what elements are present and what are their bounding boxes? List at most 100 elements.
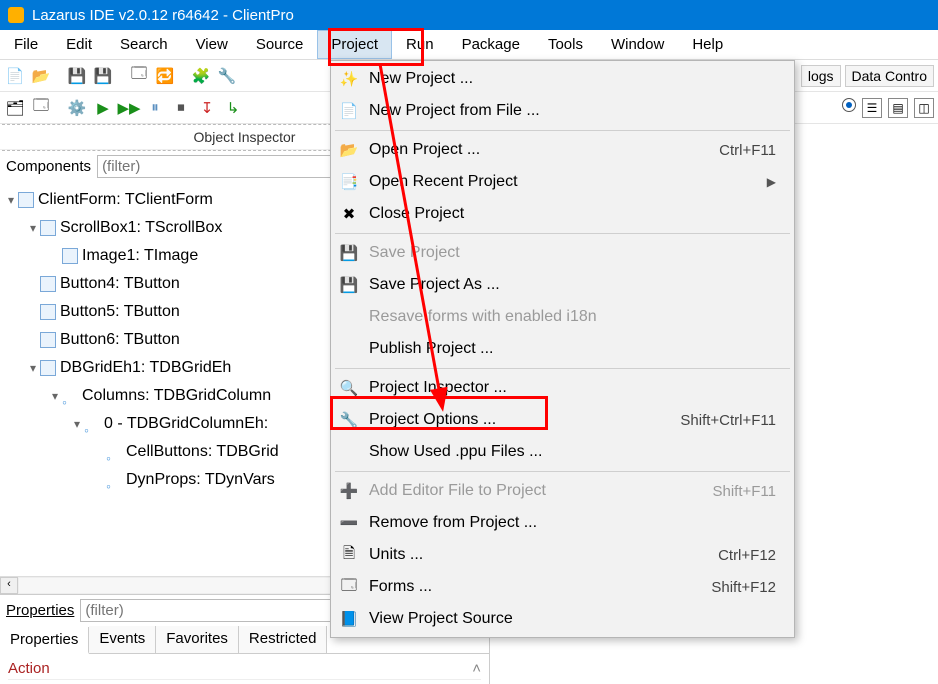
form-icon	[62, 248, 78, 264]
properties-label: Properties	[6, 602, 74, 619]
tab-restricted[interactable]: Restricted	[239, 626, 328, 653]
property-grid[interactable]: Action ˄	[0, 654, 489, 684]
menu-item-add-editor-file-to-project: ➕Add Editor File to ProjectShift+F11	[331, 475, 794, 507]
property-icon	[106, 444, 122, 460]
menu-edit[interactable]: Edit	[52, 30, 106, 59]
form-icon	[40, 220, 56, 236]
property-icon	[84, 416, 100, 432]
view-btn2-icon[interactable]: ▤	[888, 98, 908, 118]
menu-search[interactable]: Search	[106, 30, 182, 59]
menu-item-publish-project[interactable]: Publish Project ...	[331, 333, 794, 365]
menu-item-project-inspector[interactable]: 🔍Project Inspector ...	[331, 372, 794, 404]
menu-item-units[interactable]: 🗎Units ...Ctrl+F12	[331, 539, 794, 571]
menu-item-label: Close Project	[369, 205, 766, 223]
menu-item-label: Project Options ...	[369, 411, 670, 429]
tool-stop-icon[interactable]: ⏹	[170, 97, 192, 119]
menu-project[interactable]: Project	[317, 30, 392, 59]
menu-item-forms[interactable]: 🗔 Forms ... Shift+F12	[331, 571, 794, 603]
view-btn1-icon[interactable]: ☰	[862, 98, 882, 118]
menu-file[interactable]: File	[0, 30, 52, 59]
tree-twisty-icon[interactable]: ▾	[70, 410, 84, 438]
tree-twisty-icon[interactable]: ▾	[48, 382, 62, 410]
tool-viewunits-icon[interactable]: 🗂	[4, 97, 26, 119]
menu-shortcut: Shift+F12	[711, 579, 776, 596]
tree-twisty-icon[interactable]: ▾	[26, 214, 40, 242]
form-icon	[40, 360, 56, 376]
tool-viewforms-icon[interactable]: 🗔	[30, 97, 52, 119]
recent-icon: 📑	[339, 172, 359, 192]
menu-item-label: Add Editor File to Project	[369, 482, 702, 500]
tool-new-icon[interactable]: 📄	[4, 65, 26, 87]
menu-item-resave-forms-with-enabled-i18n: Resave forms with enabled i18n	[331, 301, 794, 333]
menu-item-open-recent-project[interactable]: 📑Open Recent Project▶	[331, 166, 794, 198]
tab-events[interactable]: Events	[89, 626, 156, 653]
components-label: Components	[6, 158, 91, 175]
forms-icon: 🗔	[339, 577, 359, 597]
tool-saveall-icon[interactable]: 💾	[92, 65, 114, 87]
tree-item-label: Button5: TButton	[60, 298, 180, 326]
menu-item-save-project-as[interactable]: 💾 Save Project As ...	[331, 269, 794, 301]
menu-shortcut: Ctrl+F12	[718, 547, 776, 564]
blank-icon	[339, 307, 359, 327]
menu-item-open-project[interactable]: 📂Open Project ...Ctrl+F11	[331, 134, 794, 166]
form-icon	[18, 192, 34, 208]
menu-item-label: Remove from Project ...	[369, 514, 766, 532]
tree-twisty-icon[interactable]: ▾	[4, 186, 18, 214]
tool-options-icon[interactable]: 🔧	[216, 65, 238, 87]
menu-item-label: Save Project	[369, 244, 766, 262]
menu-tools[interactable]: Tools	[534, 30, 597, 59]
menu-view[interactable]: View	[182, 30, 242, 59]
palette-tab-logs[interactable]: logs	[801, 65, 841, 87]
menu-run[interactable]: Run	[392, 30, 448, 59]
tree-item-label: Button6: TButton	[60, 326, 180, 354]
palette-tab-datacontrols[interactable]: Data Contro	[845, 65, 934, 87]
tool-build-icon[interactable]: ⚙️	[66, 97, 88, 119]
newfile-icon: 📄	[339, 101, 359, 121]
submenu-arrow-icon: ▶	[767, 175, 776, 189]
menu-window[interactable]: Window	[597, 30, 678, 59]
tool-save-icon[interactable]: 💾	[66, 65, 88, 87]
view-radio-icon[interactable]	[842, 98, 856, 112]
menu-item-label: Forms ...	[369, 578, 701, 596]
menu-item-remove-from-project[interactable]: ➖ Remove from Project ...	[331, 507, 794, 539]
remove-icon: ➖	[339, 513, 359, 533]
open-icon: 📂	[339, 140, 359, 160]
tab-properties[interactable]: Properties	[0, 627, 89, 654]
tool-run2-icon[interactable]: ▶▶	[118, 97, 140, 119]
tree-item-label: ScrollBox1: TScrollBox	[60, 214, 222, 242]
menu-item-close-project[interactable]: ✖Close Project	[331, 198, 794, 230]
tree-twisty-icon[interactable]: ▾	[26, 354, 40, 382]
menu-item-new-project[interactable]: ✨New Project ...	[331, 63, 794, 95]
tool-stepover-icon[interactable]: ↧	[196, 97, 218, 119]
tab-favorites[interactable]: Favorites	[156, 626, 239, 653]
tool-stepinto-icon[interactable]: ↳	[222, 97, 244, 119]
window-title: Lazarus IDE v2.0.12 r64642 - ClientPro	[32, 7, 294, 24]
tool-pause-icon[interactable]: ⏸	[144, 97, 166, 119]
tool-run-icon[interactable]: ▶	[92, 97, 114, 119]
property-name: Action	[8, 660, 465, 677]
menu-item-project-options[interactable]: 🔧Project Options ...Shift+Ctrl+F11	[331, 404, 794, 436]
component-palette-tabs: logs Data Contro	[801, 65, 934, 87]
menu-source[interactable]: Source	[242, 30, 318, 59]
saveas-icon: 💾	[339, 275, 359, 295]
scroll-left-icon[interactable]: ‹	[0, 577, 18, 594]
menu-item-label: Resave forms with enabled i18n	[369, 308, 766, 326]
property-row[interactable]: Action ˄	[8, 658, 481, 680]
tree-item-label: Columns: TDBGridColumn	[82, 382, 271, 410]
view-btn3-icon[interactable]: ◫	[914, 98, 934, 118]
menu-package[interactable]: Package	[448, 30, 534, 59]
menu-item-show-used-ppu-files[interactable]: Show Used .ppu Files ...	[331, 436, 794, 468]
menu-item-new-project-from-file[interactable]: 📄New Project from File ...	[331, 95, 794, 127]
menu-item-view-project-source[interactable]: 📘View Project Source	[331, 603, 794, 635]
menu-help[interactable]: Help	[678, 30, 737, 59]
tool-open-icon[interactable]: 📂	[30, 65, 52, 87]
menu-item-label: New Project ...	[369, 70, 766, 88]
menu-shortcut: Shift+Ctrl+F11	[680, 412, 776, 429]
chevron-up-icon[interactable]: ˄	[465, 660, 481, 677]
blank-icon	[339, 339, 359, 359]
menu-item-label: Save Project As ...	[369, 276, 766, 294]
tool-toggle-icon[interactable]: 🔁	[154, 65, 176, 87]
tool-manage-icon[interactable]: 🧩	[190, 65, 212, 87]
tool-newform-icon[interactable]: 🗔	[128, 65, 150, 87]
menu-item-label: Units ...	[369, 546, 708, 564]
